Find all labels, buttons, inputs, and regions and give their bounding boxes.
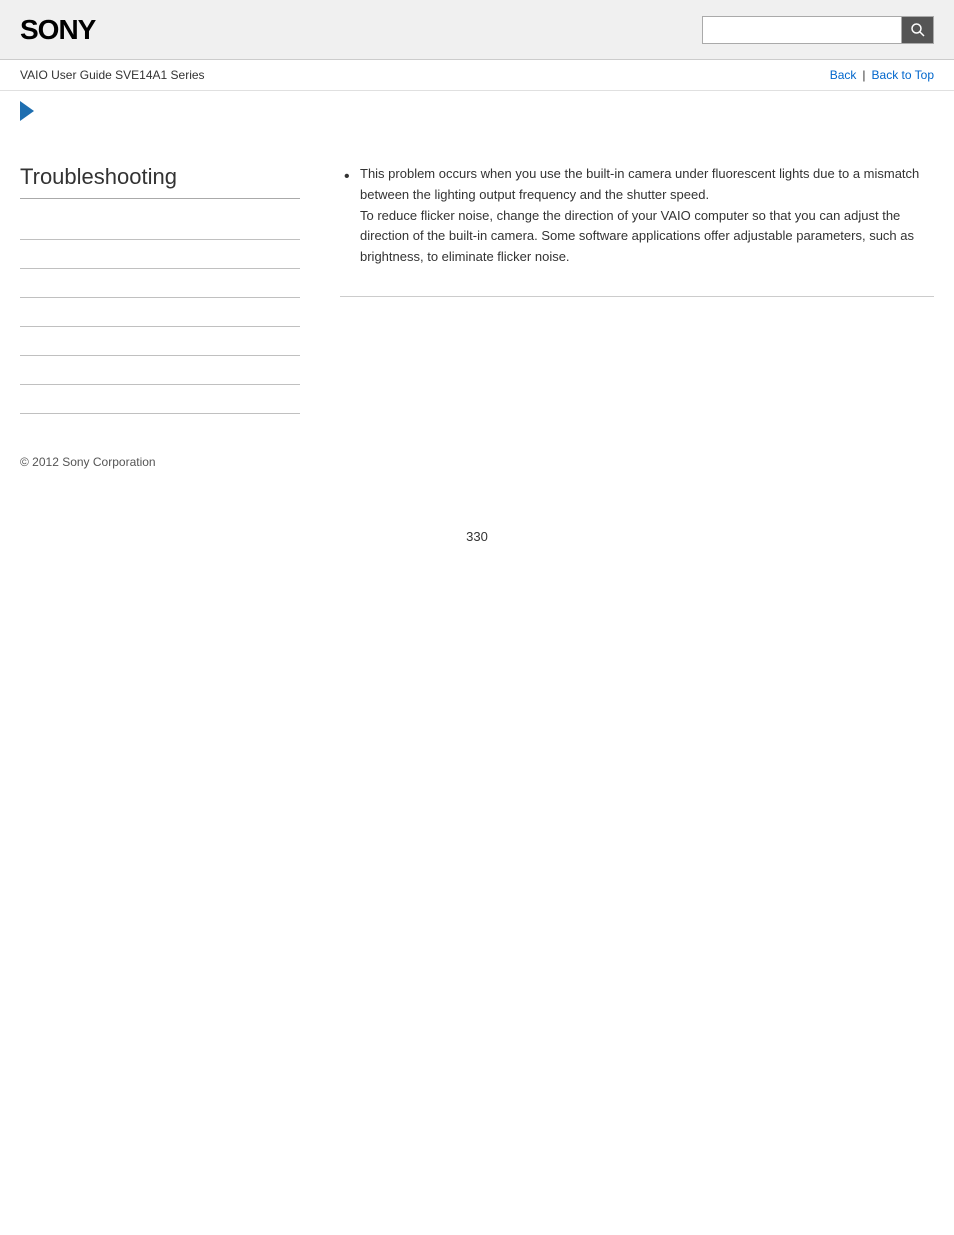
bullet-item-1: This problem occurs when you use the bui… bbox=[340, 164, 934, 268]
sidebar-items bbox=[20, 211, 300, 414]
search-container bbox=[702, 16, 934, 44]
content-area: Troubleshooting This problem occurs when… bbox=[0, 144, 954, 434]
sidebar-item-2[interactable] bbox=[20, 240, 300, 269]
nav-separator: | bbox=[862, 68, 865, 82]
header: SONY bbox=[0, 0, 954, 60]
sidebar-item-6[interactable] bbox=[20, 356, 300, 385]
search-button[interactable] bbox=[902, 16, 934, 44]
sidebar-item-7[interactable] bbox=[20, 385, 300, 414]
guide-title: VAIO User Guide SVE14A1 Series bbox=[20, 68, 205, 82]
bullet-text: This problem occurs when you use the bui… bbox=[360, 166, 919, 264]
footer: © 2012 Sony Corporation bbox=[0, 434, 954, 489]
chevron-area[interactable] bbox=[0, 91, 954, 144]
back-to-top-link[interactable]: Back to Top bbox=[872, 68, 934, 82]
sidebar: Troubleshooting bbox=[20, 164, 320, 414]
search-input[interactable] bbox=[702, 16, 902, 44]
sidebar-item-5[interactable] bbox=[20, 327, 300, 356]
sidebar-title: Troubleshooting bbox=[20, 164, 300, 199]
sidebar-item-3[interactable] bbox=[20, 269, 300, 298]
sidebar-item-4[interactable] bbox=[20, 298, 300, 327]
content-section: This problem occurs when you use the bui… bbox=[340, 164, 934, 297]
back-link[interactable]: Back bbox=[830, 68, 857, 82]
sony-logo: SONY bbox=[20, 14, 95, 46]
main-content: This problem occurs when you use the bui… bbox=[320, 164, 934, 414]
chevron-right-icon[interactable] bbox=[20, 101, 34, 121]
copyright: © 2012 Sony Corporation bbox=[20, 455, 156, 469]
nav-bar: VAIO User Guide SVE14A1 Series Back | Ba… bbox=[0, 60, 954, 91]
page-number: 330 bbox=[0, 489, 954, 564]
sidebar-item-1[interactable] bbox=[20, 211, 300, 240]
bullet-list: This problem occurs when you use the bui… bbox=[340, 164, 934, 268]
nav-links: Back | Back to Top bbox=[830, 68, 934, 82]
